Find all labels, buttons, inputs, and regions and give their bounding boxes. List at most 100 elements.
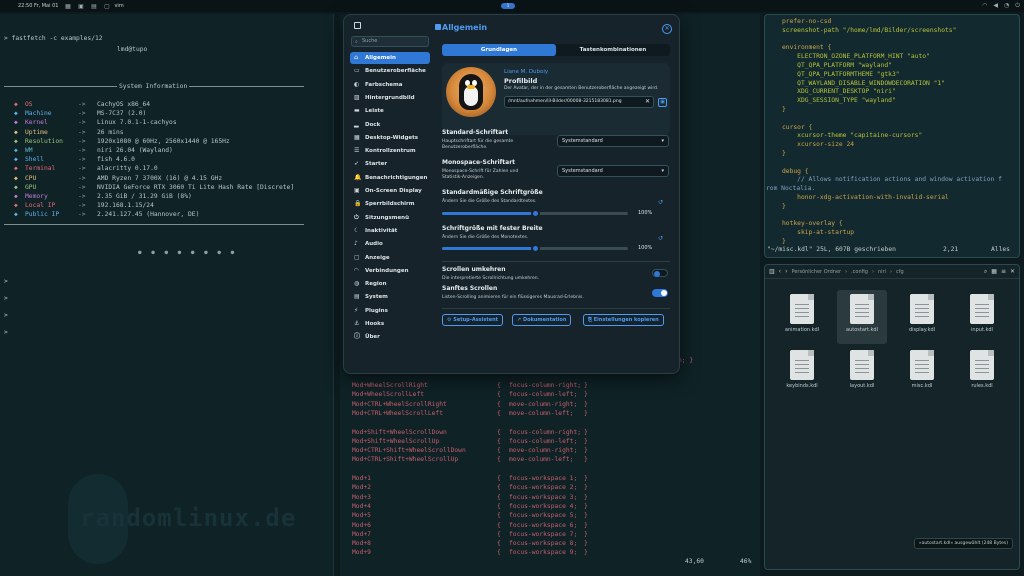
- documentation-button[interactable]: ↗ Dokumentation: [512, 314, 572, 326]
- terminal-fastfetch[interactable]: > fastfetch -c examples/12 lmd@tupo Syst…: [0, 14, 334, 576]
- info-arrow: ->: [78, 174, 86, 182]
- sidebar-item-anzeige[interactable]: ▢ Anzeige: [350, 252, 430, 264]
- sidebar-item-hintergrundbild[interactable]: ▨ Hintergrundbild: [350, 92, 430, 104]
- window-icon[interactable]: ▢: [103, 3, 110, 10]
- sidebar-item-hooks[interactable]: ⚓ Hooks: [350, 318, 430, 330]
- image-icon: ▨: [354, 93, 360, 101]
- sidebar-item-sitzungsmen-[interactable]: ⏻ Sitzungsmenü: [350, 212, 430, 224]
- sidebar-item-region[interactable]: ◍ Region: [350, 278, 430, 290]
- file-item[interactable]: misc.kdl: [897, 346, 947, 400]
- bind-action: focus-workspace 8;: [509, 540, 578, 548]
- tab-grundlagen[interactable]: Grundlagen: [442, 44, 556, 56]
- slider-handle[interactable]: [531, 244, 540, 253]
- browse-image-button[interactable]: ▣: [658, 98, 667, 107]
- sidebar-item-verbindungen[interactable]: ◠ Verbindungen: [350, 265, 430, 277]
- file-manager[interactable]: ▥ ‹ › Persönlicher Ordner › .config › ni…: [764, 264, 1020, 570]
- sidebar-item-farbschema[interactable]: ◐ Farbschema: [350, 79, 430, 91]
- brace-open: {: [497, 400, 501, 408]
- close-icon[interactable]: ✕: [1010, 268, 1015, 275]
- sidebar-item-dock[interactable]: ▂ Dock: [350, 119, 430, 131]
- bell-icon[interactable]: ◔: [1004, 2, 1009, 10]
- sysinfo-divider-bottom: [4, 224, 304, 225]
- sidebar-item--ber[interactable]: ⓘ Über: [350, 331, 430, 343]
- row-icon: ◆: [14, 183, 18, 191]
- editor-misc-kdl[interactable]: prefer-no-csd screenshot-path "/home/lmd/…: [764, 14, 1020, 258]
- search-input[interactable]: ⌕ Suche: [351, 36, 429, 47]
- sidebar-item-sperrbildschirm[interactable]: 🔒 Sperrbildschirm: [350, 198, 430, 210]
- menu-icon[interactable]: ≡: [1001, 268, 1006, 275]
- font-mono-select[interactable]: Systemstandard ▾: [557, 165, 669, 177]
- bind-action: focus-column-right;: [509, 382, 582, 389]
- breadcrumb-niri[interactable]: niri: [878, 269, 886, 275]
- sidebar-item-benachrichtigungen[interactable]: 🔔 Benachrichtigungen: [350, 172, 430, 184]
- size-mono-value: 100%: [638, 245, 653, 251]
- partial-line: n; }: [678, 357, 694, 364]
- sidebar-item-on-screen-display[interactable]: ▣ On-Screen Display: [350, 185, 430, 197]
- sidebar-item-kontrollzentrum[interactable]: ☰ Kontrollzentrum: [350, 145, 430, 157]
- size-std-value: 100%: [638, 210, 653, 216]
- reset-icon[interactable]: ↺: [658, 199, 663, 206]
- sidebar-item-starter[interactable]: ➶ Starter: [350, 158, 430, 170]
- size-mono-slider[interactable]: [442, 244, 628, 253]
- sidebar-item-label: Benutzeroberfläche: [365, 68, 426, 75]
- sidebar-item-label: Starter: [365, 161, 388, 168]
- clear-icon[interactable]: ✕: [645, 97, 650, 107]
- file-item[interactable]: keybinds.kdl: [777, 346, 827, 400]
- file-item[interactable]: autostart.kdl: [837, 290, 887, 344]
- sidebar-item-benutzeroberfl-che[interactable]: ▭ Benutzeroberfläche: [350, 65, 430, 77]
- sidebar-menu-icon[interactable]: [354, 22, 361, 29]
- size-std-desc: Ändern Sie die Größe des Standardtextes.: [442, 199, 537, 204]
- reset-icon[interactable]: ↺: [658, 235, 663, 242]
- editor-line: skip-at-startup: [782, 229, 855, 237]
- bind-action: focus-workspace 1;: [509, 475, 578, 482]
- row-icon: ◆: [14, 211, 18, 219]
- avatar[interactable]: [446, 67, 496, 117]
- close-button[interactable]: ✕: [662, 24, 672, 34]
- breadcrumb-cfg[interactable]: cfg: [896, 269, 904, 275]
- file-item[interactable]: input.kdl: [957, 290, 1007, 344]
- sidebar-item-desktop-widgets[interactable]: ▦ Desktop-Widgets: [350, 132, 430, 144]
- sidebar-item-system[interactable]: ▤ System: [350, 291, 430, 303]
- sidebar-toggle-icon[interactable]: ▥: [769, 268, 775, 275]
- slider-handle[interactable]: [531, 209, 540, 218]
- breadcrumb-config[interactable]: .config: [851, 269, 868, 275]
- file-item[interactable]: rules.kdl: [957, 346, 1007, 400]
- sidebar-item-label: Hooks: [365, 321, 385, 327]
- avatar-path-input[interactable]: /mnt/aufnahmen/lil-Bilder/00008-32151830…: [504, 96, 654, 108]
- power-icon[interactable]: ⏻: [1015, 2, 1020, 10]
- sidebar-item-leiste[interactable]: ▬ Leiste: [350, 105, 430, 117]
- scroll-rev-label: Scrollen umkehren: [442, 266, 506, 273]
- sidebar-item-plugins[interactable]: ⚡ Plugins: [350, 305, 430, 317]
- sidebar-item-allgemein[interactable]: ⌂ Allgemein: [350, 52, 430, 64]
- wifi-icon: ◠: [354, 266, 359, 274]
- search-icon[interactable]: ⌕: [984, 268, 987, 276]
- file-item[interactable]: display.kdl: [897, 290, 947, 344]
- setup-assistant-button[interactable]: ⚙ Setup-Assistent: [442, 314, 504, 326]
- scroll-rev-toggle[interactable]: [652, 269, 668, 277]
- folder-icon[interactable]: ▤: [90, 3, 97, 10]
- settings-window[interactable]: ⌕ Suche ⌂ Allgemein ▭ Benutzeroberfläche ◐ Far…: [343, 14, 680, 374]
- copy-settings-button[interactable]: ⎘ Einstellungen kopieren: [583, 314, 664, 326]
- info-value: NVIDIA GeForce RTX 3060 Ti Lite Hash Rat…: [97, 183, 295, 191]
- terminal-icon[interactable]: ▣: [77, 3, 84, 10]
- view-icon[interactable]: ▦: [991, 268, 997, 275]
- sidebar-item-inaktivit-t[interactable]: ☾ Inaktivität: [350, 225, 430, 237]
- sidebar-item-audio[interactable]: ♪ Audio: [350, 238, 430, 250]
- smooth-toggle[interactable]: [652, 289, 668, 297]
- brace-open: {: [497, 391, 501, 399]
- brace-open: {: [497, 540, 501, 548]
- forward-icon[interactable]: ›: [785, 268, 787, 275]
- file-item[interactable]: layout.kdl: [837, 346, 887, 400]
- file-item[interactable]: animation.kdl: [777, 290, 827, 344]
- tab-tastenkombinationen[interactable]: Tastenkombinationen: [556, 44, 670, 56]
- workspace-indicator[interactable]: 1: [501, 3, 515, 9]
- editor-line: QT_WAYLAND_DISABLE_WINDOWDECORATION "1": [782, 79, 946, 87]
- font-std-select[interactable]: Systemstandard ▾: [557, 135, 669, 147]
- grid-icon[interactable]: ▦: [64, 3, 71, 10]
- clock[interactable]: 22:50 Fr, Mai 01: [18, 3, 58, 9]
- wifi-icon[interactable]: ◠: [982, 2, 987, 10]
- volume-icon[interactable]: ◀: [993, 2, 998, 10]
- breadcrumb-home[interactable]: Persönlicher Ordner: [791, 269, 841, 275]
- size-std-slider[interactable]: [442, 209, 628, 218]
- back-icon[interactable]: ‹: [779, 268, 781, 275]
